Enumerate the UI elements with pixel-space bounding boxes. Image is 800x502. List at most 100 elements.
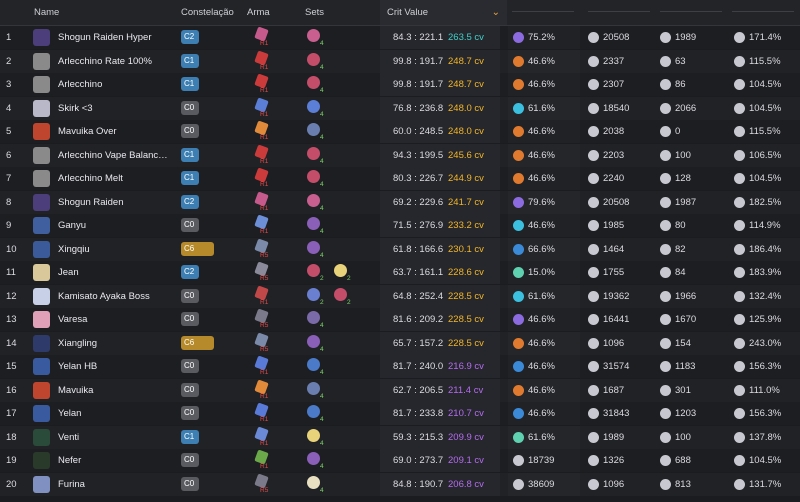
artifact-set-icon[interactable] [307, 287, 320, 301]
col-stat2-header[interactable] [588, 11, 650, 12]
avatar[interactable] [33, 76, 50, 93]
avatar[interactable] [33, 405, 50, 422]
table-row[interactable]: 1 Shogun Raiden Hyper C2 R1 4 84.3 : 221.1 263… [0, 26, 800, 49]
artifact-set-icon[interactable] [307, 358, 320, 371]
character-name[interactable]: Mavuika Over [58, 120, 183, 143]
table-row[interactable]: 5 Mavuika Over C0 R1 4 60.0 : 248.5 248.0 cv 46… [0, 120, 800, 143]
character-name[interactable]: Nefer [58, 449, 183, 472]
artifact-set-icon[interactable] [307, 146, 320, 160]
avatar[interactable] [33, 311, 50, 328]
character-name[interactable]: Yelan HB [58, 355, 183, 378]
avatar[interactable] [33, 99, 50, 117]
character-name[interactable]: Yelan [58, 402, 183, 425]
character-name[interactable]: Ganyu [58, 214, 183, 237]
col-crit-header[interactable]: Crit Value ⌄ [380, 0, 507, 25]
artifact-set-icon[interactable] [307, 240, 320, 254]
rank-number: 18 [6, 431, 17, 443]
character-name[interactable]: Kamisato Ayaka Boss [58, 285, 183, 308]
artifact-set-icon[interactable] [307, 311, 320, 324]
table-row[interactable]: 10 Xingqiu C6 R5 4 61.8 : 166.6 230.1 cv 66.6% 1… [0, 237, 800, 261]
crit-ratio: 61.8 : 166.6 [393, 243, 444, 255]
artifact-set-icon[interactable] [307, 76, 320, 89]
col-sets-header[interactable]: Sets [305, 0, 324, 25]
avatar[interactable] [33, 475, 50, 493]
stat-value: 2307 [603, 79, 625, 90]
table-row[interactable]: 7 Arlecchino Melt C1 R1 4 80.3 : 226.7 244.9 c… [0, 167, 800, 190]
avatar[interactable] [33, 334, 50, 352]
table-row[interactable]: 13 Varesa C0 R5 4 81.6 : 209.2 228.5 cv 46.6% 16… [0, 308, 800, 331]
table-row[interactable]: 18 Venti C1 R1 4 59.3 : 215.3 209.9 cv 61.6% 198… [0, 425, 800, 449]
artifact-set-icon[interactable] [307, 193, 320, 207]
artifact-set-icon[interactable] [307, 452, 320, 465]
character-name[interactable]: Varesa [58, 308, 183, 331]
avatar[interactable] [33, 452, 50, 469]
avatar[interactable] [33, 193, 50, 211]
character-name[interactable]: Jean [58, 261, 183, 284]
table-row[interactable]: 16 Mavuika C0 R1 4 62.7 : 206.5 211.4 cv 46.6% 1… [0, 378, 800, 402]
character-name[interactable]: Venti [58, 426, 183, 449]
avatar[interactable] [33, 264, 50, 281]
rank-number: 19 [6, 455, 17, 466]
character-name[interactable]: Shogun Raiden [58, 191, 183, 214]
table-row[interactable]: 11 Jean C2 R5 2 2 63.7 : 161.1 228.6 cv 15.0% 175… [0, 261, 800, 284]
stat-icon [660, 408, 671, 419]
character-name[interactable]: Furina [58, 473, 183, 496]
crit-ratio: 94.3 : 199.5 [393, 149, 444, 161]
avatar[interactable] [33, 146, 50, 164]
artifact-set-icon[interactable] [307, 381, 320, 395]
character-name[interactable]: Mavuika [58, 379, 183, 402]
table-row[interactable]: 20 Furina C0 R5 4 84.8 : 190.7 206.8 cv 38609 10… [0, 472, 800, 496]
table-row[interactable]: 4 Skirk <3 C0 R1 4 76.8 : 236.8 248.0 cv 61.6% 1… [0, 96, 800, 120]
col-stat4-header[interactable] [732, 11, 794, 12]
artifact-set-icon[interactable] [307, 52, 320, 66]
avatar[interactable] [33, 123, 50, 140]
artifact-set-icon[interactable] [334, 287, 347, 301]
artifact-set-icon[interactable] [307, 123, 320, 136]
avatar[interactable] [33, 217, 50, 234]
character-name[interactable]: Arlecchino Rate 100% [58, 50, 183, 73]
avatar[interactable] [33, 240, 50, 258]
artifact-set-icon[interactable] [307, 29, 320, 42]
character-name[interactable]: Skirk <3 [58, 97, 183, 120]
artifact-set-icon[interactable] [307, 475, 320, 489]
character-name[interactable]: Arlecchino [58, 73, 183, 96]
col-name-header[interactable]: Name [34, 0, 59, 25]
table-row[interactable]: 8 Shogun Raiden C2 R1 4 69.2 : 229.6 241.7 cv 7… [0, 190, 800, 214]
avatar[interactable] [33, 428, 50, 446]
artifact-set-icon[interactable] [307, 405, 320, 418]
avatar[interactable] [33, 170, 50, 187]
character-name[interactable]: Xiangling [58, 332, 183, 355]
table-row[interactable]: 3 Arlecchino C1 R1 4 99.8 : 191.7 248.7 cv 46.6… [0, 73, 800, 96]
character-name[interactable]: Shogun Raiden Hyper [58, 26, 183, 49]
artifact-set-icon[interactable] [334, 264, 347, 277]
stat-value: 813 [675, 478, 691, 490]
table-row[interactable]: 14 Xiangling C6 R5 4 65.7 : 157.2 228.5 cv 46.6… [0, 331, 800, 355]
stat-value: 688 [675, 455, 691, 466]
table-row[interactable]: 15 Yelan HB C0 R1 4 81.7 : 240.0 216.9 cv 46.6%… [0, 355, 800, 378]
avatar[interactable] [33, 358, 50, 375]
col-cons-header[interactable]: Constelação [181, 0, 234, 25]
character-name[interactable]: Arlecchino Melt [58, 167, 183, 190]
artifact-set-icon[interactable] [307, 99, 320, 113]
table-row[interactable]: 6 Arlecchino Vape Balanc… C1 R1 4 94.3 : 199.… [0, 143, 800, 167]
table-row[interactable]: 17 Yelan C0 R1 4 81.7 : 233.8 210.7 cv 46.6% 318… [0, 402, 800, 425]
artifact-set-icon[interactable] [307, 170, 320, 183]
avatar[interactable] [33, 381, 50, 399]
avatar[interactable] [33, 52, 50, 70]
avatar[interactable] [33, 29, 50, 46]
col-stat3-header[interactable] [660, 11, 722, 12]
artifact-set-icon[interactable] [307, 264, 320, 277]
artifact-set-icon[interactable] [307, 334, 320, 348]
table-row[interactable]: 12 Kamisato Ayaka Boss C0 R1 2 2 64.8 : 252.4 2… [0, 284, 800, 308]
avatar[interactable] [33, 287, 50, 305]
character-name[interactable]: Arlecchino Vape Balanc… [58, 144, 183, 167]
table-row[interactable]: 2 Arlecchino Rate 100% C1 R1 4 99.8 : 191.7 24… [0, 49, 800, 73]
artifact-set-icon[interactable] [307, 217, 320, 230]
table-row[interactable]: 19 Nefer C0 R1 4 69.0 : 273.7 209.1 cv 18739 132… [0, 449, 800, 472]
col-stat1-header[interactable] [512, 11, 574, 12]
col-weapon-header[interactable]: Arma [247, 0, 270, 25]
character-name[interactable]: Xingqiu [58, 238, 183, 261]
stat-icon [660, 314, 671, 325]
artifact-set-icon[interactable] [307, 428, 320, 442]
table-row[interactable]: 9 Ganyu C0 R1 4 71.5 : 276.9 233.2 cv 46.6% 1985… [0, 214, 800, 237]
